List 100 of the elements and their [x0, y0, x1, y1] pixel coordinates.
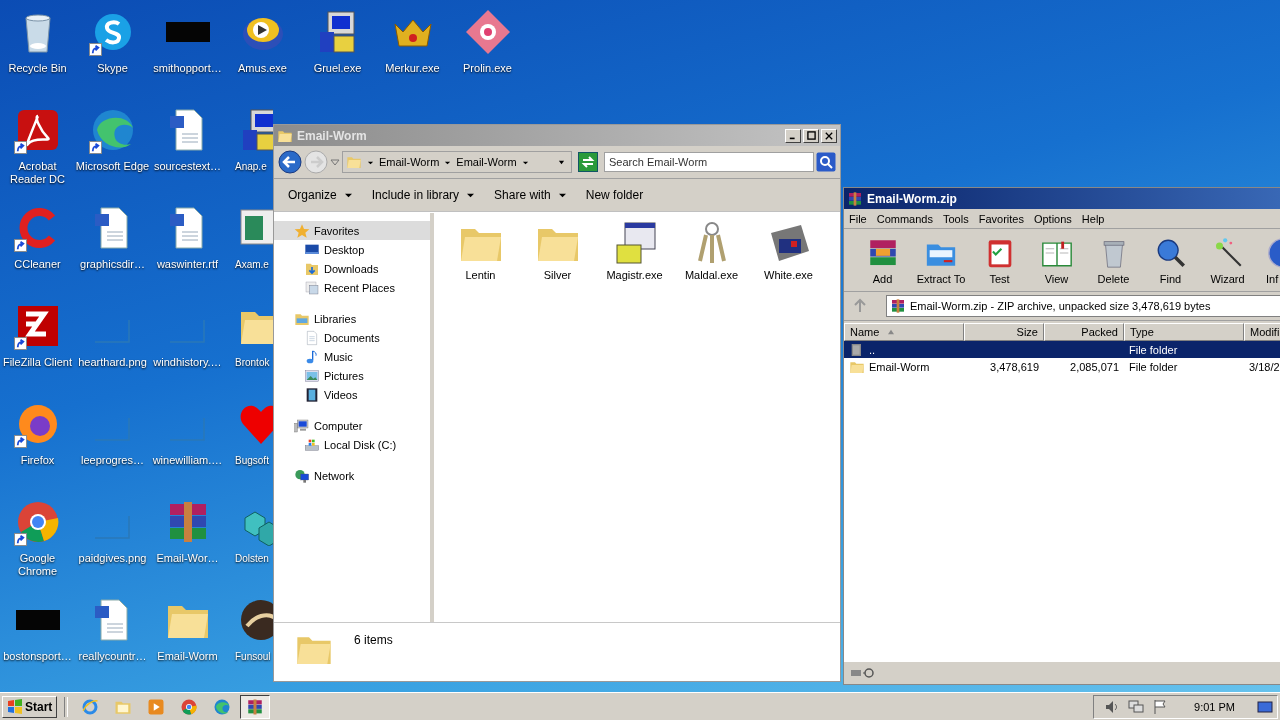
clock[interactable]: 9:01 PM — [1194, 700, 1235, 713]
toolbar-button[interactable]: Wizard — [1199, 235, 1256, 285]
desktop-icon-label[interactable]: Email-Wor… — [156, 552, 219, 565]
column-header[interactable]: Packed — [1044, 323, 1124, 341]
file-name[interactable]: Lentin — [465, 269, 496, 281]
toolbar-button[interactable]: View — [1028, 235, 1085, 285]
toolbar-button[interactable]: Share with — [486, 185, 574, 205]
toolbar-button[interactable]: Organize — [280, 185, 360, 205]
desktop-icon-label[interactable]: Microsoft Edge — [75, 160, 150, 173]
desktop-icon-label[interactable]: Skype — [97, 62, 128, 75]
file-name[interactable]: Magistr.exe — [606, 269, 663, 281]
column-header[interactable]: Modifi — [1244, 323, 1280, 341]
desktop-icon-label[interactable]: Bugsoft — [235, 454, 269, 467]
tree-item[interactable]: Desktop — [274, 240, 430, 259]
tree-item[interactable]: Videos — [274, 385, 430, 404]
taskbar-app-button[interactable] — [240, 694, 271, 719]
menu-item[interactable]: Help — [1078, 212, 1108, 225]
show-desktop-icon[interactable] — [1257, 698, 1273, 715]
tree-item[interactable]: Computer — [274, 416, 430, 435]
desktop-icon-label[interactable]: Acrobat Reader DC — [0, 160, 75, 186]
toolbar-button[interactable]: Add — [854, 235, 911, 285]
desktop-icon-label[interactable]: hearthard.png — [78, 356, 147, 369]
desktop-icon-label[interactable]: sourcestext… — [153, 160, 222, 173]
desktop-icon-label[interactable]: FileZilla Client — [2, 356, 73, 369]
maximize-button[interactable] — [803, 128, 819, 143]
desktop-icon-label[interactable]: CCleaner — [14, 258, 61, 271]
tree-item[interactable]: Network — [274, 466, 430, 485]
dropdown-caret-icon[interactable] — [558, 158, 565, 166]
search-button[interactable] — [816, 152, 836, 172]
desktop-icon-label[interactable]: paidgives.png — [78, 552, 147, 565]
menu-item[interactable]: Tools — [940, 212, 972, 225]
desktop-icon-label[interactable]: waswinter.rtf — [156, 258, 219, 271]
column-header[interactable]: Name — [844, 323, 964, 341]
music-note-icon — [304, 348, 320, 365]
caret-icon — [558, 191, 566, 199]
toolbar-button[interactable]: Inf — [1256, 235, 1280, 285]
menu-item[interactable]: File — [846, 212, 870, 225]
tree-item[interactable]: Local Disk (C:) — [274, 435, 430, 454]
desktop-icon-label[interactable]: leeprogres… — [81, 454, 144, 467]
tree-item[interactable]: Favorites — [274, 221, 430, 240]
toolbar-button[interactable]: Test — [971, 235, 1028, 285]
toolbar-button[interactable]: New folder — [577, 185, 652, 205]
desktop-icon-label[interactable]: graphicsdir… — [80, 258, 145, 271]
toolbar-button[interactable]: Extract To — [911, 235, 971, 285]
desktop-icon-label[interactable]: Dolsten — [235, 552, 269, 565]
tree-item[interactable]: Libraries — [274, 309, 430, 328]
film-icon — [304, 386, 320, 403]
desktop-icon-label[interactable]: Firefox — [20, 454, 55, 467]
toolbar-button[interactable]: Delete — [1085, 235, 1142, 285]
file-name[interactable]: White.exe — [764, 269, 813, 281]
back-button[interactable] — [278, 150, 302, 174]
breadcrumb-item[interactable]: Email-Worm — [379, 156, 440, 168]
menu-item[interactable]: Options — [1030, 212, 1075, 225]
tree-item[interactable]: Music — [274, 347, 430, 366]
desktop-icon-label[interactable]: Recycle Bin — [8, 62, 67, 75]
desktop-icon-label[interactable]: winewilliam.… — [152, 454, 223, 467]
file-row[interactable]: Email-Worm 3,478,619 2,085,071 File folder 3/18/2 — [844, 358, 1280, 375]
minimize-button[interactable] — [785, 128, 801, 143]
desktop-icon-label[interactable]: Gruel.exe — [313, 62, 362, 75]
maximize-icon — [806, 131, 816, 140]
search-field[interactable]: Search Email-Worm — [604, 152, 814, 172]
desktop-icon-label[interactable]: Google Chrome — [0, 552, 75, 578]
close-button[interactable] — [821, 128, 837, 143]
desktop-icon-label[interactable]: Brontok — [235, 356, 270, 369]
desktop-icon-label[interactable]: Anap.e — [235, 160, 267, 173]
media-player-icon — [147, 697, 166, 716]
desktop-icon-label[interactable]: windhistory.… — [153, 356, 222, 369]
file-row[interactable]: .. File folder — [844, 341, 1280, 358]
archive-books-icon — [847, 190, 863, 207]
network-icon[interactable] — [1128, 698, 1145, 715]
menu-item[interactable]: Commands — [873, 212, 936, 225]
shortcut-arrow-icon — [88, 141, 102, 154]
recent-pages-caret-icon[interactable] — [330, 157, 340, 167]
toolbar-button[interactable]: Find — [1142, 235, 1199, 285]
file-name[interactable]: Maldal.exe — [684, 269, 739, 281]
address-bar[interactable]: Email-Worm Email-Worm — [342, 151, 572, 173]
toolbar-button[interactable]: Include in library — [363, 185, 483, 205]
flag-icon[interactable] — [1152, 698, 1169, 715]
window-title: Email-Worm.zip — [867, 191, 957, 206]
tree-item[interactable]: Documents — [274, 328, 430, 347]
desktop-icon-label[interactable]: Amus.exe — [238, 62, 287, 75]
column-header[interactable]: Type — [1124, 323, 1244, 341]
desktop-icon-label[interactable]: Merkur.exe — [385, 62, 440, 75]
start-button[interactable]: Start — [2, 695, 58, 718]
tree-item[interactable]: Recent Places — [274, 278, 430, 297]
menu-item[interactable]: Favorites — [975, 212, 1027, 225]
shortcut-arrow-icon — [13, 141, 27, 154]
path-field[interactable]: Email-Worm.zip - ZIP archive, unpacked size 3,478,619 bytes — [886, 295, 1280, 317]
desktop-icon-label[interactable]: smithopport… — [153, 62, 222, 75]
tree-item[interactable]: Downloads — [274, 259, 430, 278]
desktop-icon-label[interactable]: Prolin.exe — [463, 62, 512, 75]
tree-item[interactable]: Pictures — [274, 366, 430, 385]
column-header[interactable]: Size — [964, 323, 1044, 341]
shortcut-arrow-icon — [88, 43, 102, 56]
desktop-icon-label[interactable]: Axam.e — [235, 258, 269, 271]
file-name[interactable]: Silver — [543, 269, 572, 281]
refresh-button[interactable] — [578, 152, 598, 172]
breadcrumb-item[interactable]: Email-Worm — [456, 156, 517, 168]
recent-places-icon — [304, 279, 320, 296]
caret-icon — [344, 191, 352, 199]
